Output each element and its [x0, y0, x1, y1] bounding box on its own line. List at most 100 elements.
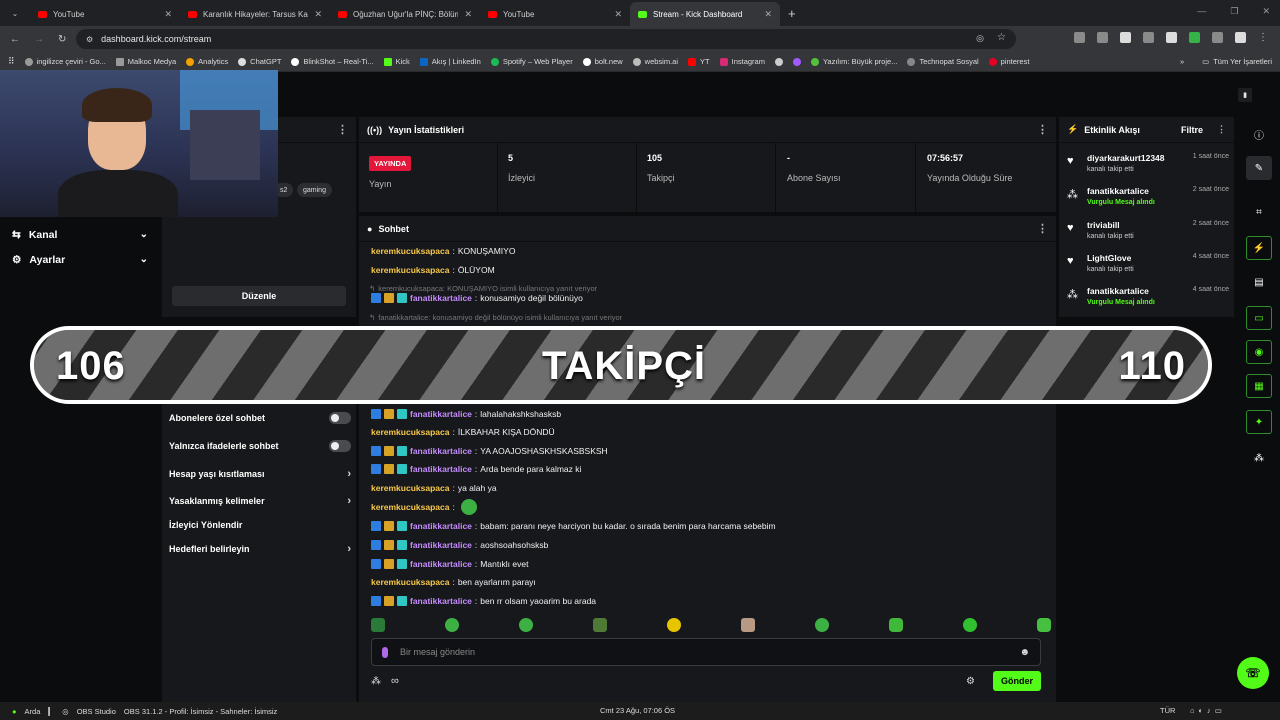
taskbar-obs-version[interactable]: OBS 31.1.2 - Profil: İsimsiz - Sahneler:… [124, 707, 277, 716]
emote-icon[interactable] [445, 618, 459, 632]
support-button[interactable]: ☏ [1237, 657, 1269, 689]
overflow-chevron-icon[interactable]: » [1180, 57, 1184, 66]
note-icon[interactable]: ▤ [1246, 270, 1272, 294]
broadcast-icon[interactable]: ◉ [1246, 340, 1272, 364]
edit-button[interactable]: Düzenle [172, 286, 346, 306]
toggle-switch[interactable] [329, 412, 351, 424]
sidebar-item-kanal[interactable]: ⇆ Kanal ⌄ [0, 222, 160, 247]
close-icon[interactable]: ✕ [464, 9, 472, 20]
reload-icon[interactable]: ↻ [58, 34, 66, 45]
taskbar-language[interactable]: TÜR [1160, 706, 1175, 715]
chat-username[interactable]: fanatikkartalice [410, 464, 472, 474]
address-bar[interactable]: ⚙ dashboard.kick.com/stream ◎ ☆ [76, 29, 1016, 49]
bookmark-item[interactable] [774, 57, 783, 66]
chat-username[interactable]: fanatikkartalice [410, 409, 472, 419]
wrench-icon[interactable]: ✦ [1246, 410, 1272, 434]
chat-username[interactable]: keremkucuksapaca [371, 483, 449, 493]
chat-username[interactable]: keremkucuksapaca [371, 265, 449, 275]
bookmark-item[interactable]: Spotify – Web Player [490, 57, 573, 66]
bookmark-item[interactable]: Malkoc Medya [115, 57, 176, 66]
chat-username[interactable]: fanatikkartalice [410, 559, 472, 569]
set-goals-link[interactable]: Hedefleri belirleyin › [169, 539, 351, 559]
bookmark-panel-icon[interactable]: ▮ [1238, 88, 1252, 102]
emote-icon[interactable] [519, 618, 533, 632]
user-icon[interactable]: ● [12, 707, 17, 716]
lightning-icon[interactable]: ⚡ [1246, 236, 1272, 260]
tray-icons[interactable]: ⌂◐♪▭ [1190, 706, 1226, 715]
bookmark-item[interactable]: pinterest [988, 57, 1029, 66]
emote-icon[interactable] [741, 618, 755, 632]
activity-event[interactable]: ⁂ fanatikkartalice Vurgulu Mesaj alındı 2 s… [1067, 186, 1229, 214]
more-options-icon[interactable]: ⋮ [1217, 124, 1226, 135]
close-icon[interactable]: ✕ [764, 9, 772, 20]
bookmark-item[interactable]: YT [688, 57, 710, 66]
taskbar-obs[interactable]: OBS Studio [77, 707, 116, 716]
eye-off-icon[interactable]: ◎ [976, 33, 984, 44]
tag-chip[interactable]: gaming [297, 183, 332, 197]
tab-kick-dashboard[interactable]: Stream - Kick Dashboard ✕ [630, 2, 780, 26]
more-options-icon[interactable]: ⋮ [1037, 222, 1048, 235]
close-icon[interactable]: ✕ [164, 9, 172, 20]
bookmark-item[interactable]: websim.ai [632, 57, 678, 66]
chat-message-input[interactable]: Bir mesaj gönderin ☻ [371, 638, 1041, 666]
minimize-icon[interactable]: — [1197, 6, 1206, 17]
site-info-icon[interactable]: ⚙ [86, 35, 93, 44]
menu-icon[interactable]: ⋮ [1258, 32, 1268, 43]
puzzle-icon[interactable] [1212, 32, 1223, 43]
close-window-icon[interactable]: ✕ [1262, 6, 1270, 17]
bookmark-item[interactable]: Technopat Sosyal [907, 57, 979, 66]
info-icon[interactable]: ⓘ [1246, 122, 1272, 146]
forward-icon[interactable]: → [34, 34, 44, 45]
chat-settings-icon[interactable]: ⚙ [966, 676, 975, 687]
chat-bubble-icon[interactable]: ▭ [1246, 306, 1272, 330]
account-age-restriction-link[interactable]: Hesap yaşı kısıtlaması › [169, 464, 351, 484]
taskbar-user[interactable]: Arda [25, 707, 41, 716]
emoji-icon[interactable]: ☻ [1019, 647, 1030, 658]
bookmark-item[interactable]: Analytics [186, 57, 228, 66]
subscriber-only-chat-setting[interactable]: Abonelere özel sohbet [169, 408, 351, 428]
bookmark-item[interactable] [792, 57, 801, 66]
emote-icon[interactable] [1037, 618, 1051, 632]
chat-username[interactable]: fanatikkartalice [410, 596, 472, 606]
play-icon[interactable] [1143, 32, 1154, 43]
chat-username[interactable]: fanatikkartalice [410, 540, 472, 550]
chat-username[interactable]: fanatikkartalice [410, 521, 472, 531]
activity-event[interactable]: ♥ diyarkarakurt12348 kanalı takip etti 1 sa… [1067, 153, 1229, 181]
bookmark-item[interactable]: Instagram [719, 57, 765, 66]
all-bookmarks[interactable]: » ▭ Tüm Yer İşaretleri [1180, 57, 1272, 66]
bookmark-item[interactable]: ingilizce çeviri - Go... [24, 57, 106, 66]
filter-button[interactable]: Filtre [1181, 125, 1203, 135]
back-icon[interactable]: ← [10, 34, 20, 45]
extension-icon[interactable] [1189, 32, 1200, 43]
emote-icon[interactable] [371, 618, 385, 632]
chat-username[interactable]: fanatikkartalice [410, 293, 472, 303]
emote-icon[interactable] [667, 618, 681, 632]
activity-event[interactable]: ♥ LightGlove kanalı takip etti 4 saat önce [1067, 253, 1229, 281]
emote-only-chat-setting[interactable]: Yalnızca ifadelerle sohbet [169, 436, 351, 456]
apps-grid-icon[interactable]: ⠿ [8, 56, 15, 67]
chat-username[interactable]: keremkucuksapaca [371, 427, 449, 437]
bookmark-item[interactable]: ChatGPT [238, 57, 281, 66]
card-icon[interactable]: ▦ [1246, 374, 1272, 398]
emote-icon[interactable] [815, 618, 829, 632]
sidebar-item-ayarlar[interactable]: ⚙ Ayarlar ⌄ [0, 247, 160, 272]
extension-icon[interactable] [1166, 32, 1177, 43]
close-icon[interactable]: ✕ [314, 9, 322, 20]
bookmark-item[interactable]: Akış | LinkedIn [419, 57, 481, 66]
emote-icon[interactable] [889, 618, 903, 632]
chat-username[interactable]: keremkucuksapaca [371, 246, 449, 256]
toggle-switch[interactable] [329, 440, 351, 452]
extension-icon[interactable] [1120, 32, 1131, 43]
taskbar-clock[interactable]: Cmt 23 Ağu, 07:06 ÖS [600, 706, 675, 715]
close-icon[interactable]: ✕ [614, 9, 622, 20]
banned-words-link[interactable]: Yasaklanmış kelimeler › [169, 491, 351, 511]
microphone-icon[interactable] [382, 646, 388, 658]
kick-points-icon[interactable]: ⁂ [1246, 446, 1272, 470]
maximize-icon[interactable]: ❐ [1230, 6, 1238, 17]
tab-youtube-1[interactable]: YouTube ✕ [30, 2, 180, 26]
profile-icon[interactable] [1235, 32, 1246, 43]
new-tab-button[interactable]: + [788, 6, 796, 21]
bookmark-item[interactable]: Yazılım: Büyük proje... [810, 57, 897, 66]
bookmark-star-icon[interactable]: ☆ [997, 32, 1006, 43]
emote-icon[interactable] [963, 618, 977, 632]
